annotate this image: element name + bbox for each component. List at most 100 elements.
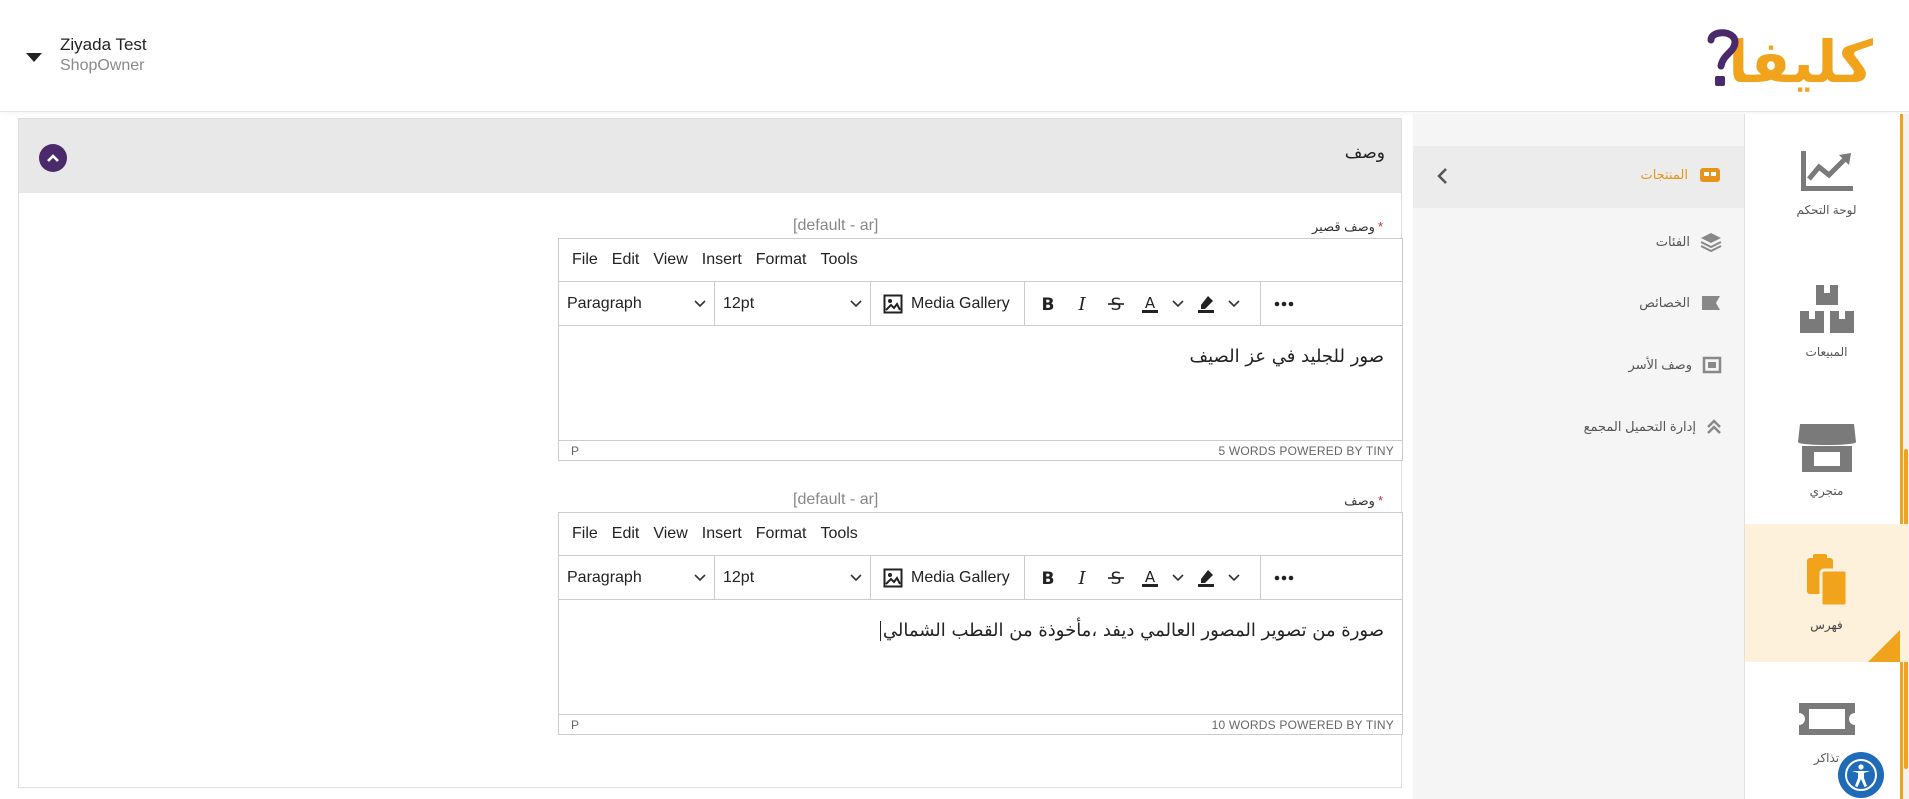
menu-view[interactable]: View (646, 525, 694, 543)
bold-button[interactable]: B (1031, 287, 1065, 321)
menu-format[interactable]: Format (749, 525, 814, 543)
italic-icon: I (1077, 295, 1086, 313)
strikethrough-button[interactable]: S (1099, 561, 1133, 595)
rail-label: متجري (1809, 484, 1844, 498)
editor-menubar: File Edit View Insert Format Tools (559, 513, 1402, 556)
highlight-dropdown[interactable] (1223, 561, 1245, 595)
products-icon (1700, 168, 1720, 182)
strikethrough-button[interactable]: S (1099, 287, 1133, 321)
element-path[interactable]: P (571, 718, 579, 732)
field-label-text: وصف (1344, 493, 1375, 508)
highlight-button[interactable] (1189, 561, 1223, 595)
user-menu[interactable]: Ziyada Test ShopOwner (26, 34, 147, 76)
text-color-button[interactable]: A (1133, 287, 1167, 321)
menu-file[interactable]: File (565, 251, 605, 269)
media-gallery-label: Media Gallery (911, 294, 1010, 312)
chevron-down-icon (1228, 573, 1240, 581)
rail-label: تذاكر (1813, 751, 1840, 765)
frame-icon (1702, 356, 1722, 374)
editor-statusbar: P 5 WORDS POWERED BY TINY (559, 440, 1402, 460)
block-format-value: Paragraph (567, 294, 642, 312)
editor-content-area[interactable]: صور للجليد في عز الصيف (559, 326, 1402, 440)
store-icon (1797, 424, 1856, 472)
brand-logo[interactable]: كليفا (1705, 26, 1875, 96)
media-gallery-label: Media Gallery (911, 568, 1010, 586)
font-size-select[interactable]: 12pt (715, 556, 871, 599)
menu-edit[interactable]: Edit (605, 251, 647, 269)
accessibility-button[interactable] (1838, 752, 1884, 798)
text-color-button[interactable]: A (1133, 561, 1167, 595)
rail-label: لوحة التحكم (1796, 203, 1857, 217)
menu-format[interactable]: Format (749, 251, 814, 269)
description-label: *وصف (1344, 493, 1383, 509)
editor-content-area[interactable]: صورة من تصوير المصور العالمي ديفد ،مأخوذ… (559, 600, 1402, 714)
media-gallery-group: Media Gallery (871, 556, 1025, 599)
submenu-label: الفئات (1655, 234, 1690, 249)
chevron-down-icon (850, 299, 862, 307)
submenu-item-family-description[interactable]: وصف الأسر (1629, 356, 1722, 374)
block-format-select[interactable]: Paragraph (559, 556, 715, 599)
chevron-down-icon (694, 299, 706, 307)
font-size-value: 12pt (723, 294, 755, 312)
font-size-select[interactable]: 12pt (715, 282, 871, 325)
italic-button[interactable]: I (1065, 287, 1099, 321)
more-button[interactable] (1267, 287, 1301, 321)
panel-title: وصف (1344, 143, 1385, 162)
chevron-down-icon (1172, 299, 1184, 307)
collapse-button[interactable] (39, 144, 67, 172)
bold-button[interactable]: B (1031, 561, 1065, 595)
block-format-select[interactable]: Paragraph (559, 282, 715, 325)
caret-down-icon[interactable] (26, 52, 42, 62)
required-marker: * (1377, 219, 1383, 234)
strikethrough-icon: S (1108, 569, 1124, 587)
media-gallery-button[interactable]: Media Gallery (877, 568, 1016, 588)
submenu-item-categories[interactable]: الفئات (1656, 232, 1722, 252)
submenu-label: المنتجات (1640, 167, 1688, 182)
highlight-dropdown[interactable] (1223, 287, 1245, 321)
top-header: Ziyada Test ShopOwner كليفا (0, 0, 1909, 112)
menu-insert[interactable]: Insert (695, 251, 749, 269)
menu-tools[interactable]: Tools (813, 525, 864, 543)
menu-tools[interactable]: Tools (813, 251, 864, 269)
submenu-item-bulk-upload[interactable]: إدارة التحميل المجمع (1584, 418, 1722, 436)
language-tag: [default - ar] (793, 491, 879, 508)
block-format-value: Paragraph (567, 568, 642, 586)
rail-label: المبيعات (1805, 345, 1848, 359)
required-marker: * (1377, 493, 1383, 508)
menu-edit[interactable]: Edit (605, 525, 647, 543)
bold-icon: B (1042, 569, 1055, 587)
italic-button[interactable]: I (1065, 561, 1099, 595)
svg-text:I: I (1077, 295, 1086, 313)
rail-item-catalog[interactable]: فهرس (1745, 524, 1908, 662)
svg-text:A: A (1145, 568, 1156, 586)
text-color-icon: A (1142, 568, 1158, 587)
menu-view[interactable]: View (646, 251, 694, 269)
media-gallery-button[interactable]: Media Gallery (877, 294, 1016, 314)
ticket-icon (1798, 703, 1855, 735)
submenu-label: وصف الأسر (1628, 357, 1692, 372)
language-tag: [default - ar] (793, 217, 879, 234)
rail-item-my-store[interactable]: متجري (1745, 390, 1908, 528)
svg-text:A: A (1145, 294, 1156, 312)
more-group (1261, 556, 1307, 599)
logo-text: كليفا (1728, 28, 1873, 96)
rail-item-dashboard[interactable]: لوحة التحكم (1745, 114, 1908, 252)
menu-insert[interactable]: Insert (695, 525, 749, 543)
text-color-dropdown[interactable] (1167, 561, 1189, 595)
element-path[interactable]: P (571, 444, 579, 458)
submenu-item-properties[interactable]: الخصائص (1639, 294, 1722, 312)
submenu-item-products[interactable]: المنتجات (1640, 166, 1722, 184)
chevron-down-icon (694, 573, 706, 581)
strikethrough-icon: S (1108, 295, 1124, 313)
rail-item-sales[interactable]: المبيعات (1745, 252, 1908, 390)
highlighter-icon (1198, 569, 1214, 587)
menu-file[interactable]: File (565, 525, 605, 543)
more-button[interactable] (1267, 561, 1301, 595)
highlight-button[interactable] (1189, 287, 1223, 321)
image-icon (883, 294, 903, 313)
chevron-left-icon[interactable] (1433, 166, 1453, 186)
text-color-icon: A (1142, 294, 1158, 313)
bold-icon: B (1042, 295, 1055, 313)
text-color-dropdown[interactable] (1167, 287, 1189, 321)
user-info: Ziyada Test ShopOwner (60, 34, 147, 76)
